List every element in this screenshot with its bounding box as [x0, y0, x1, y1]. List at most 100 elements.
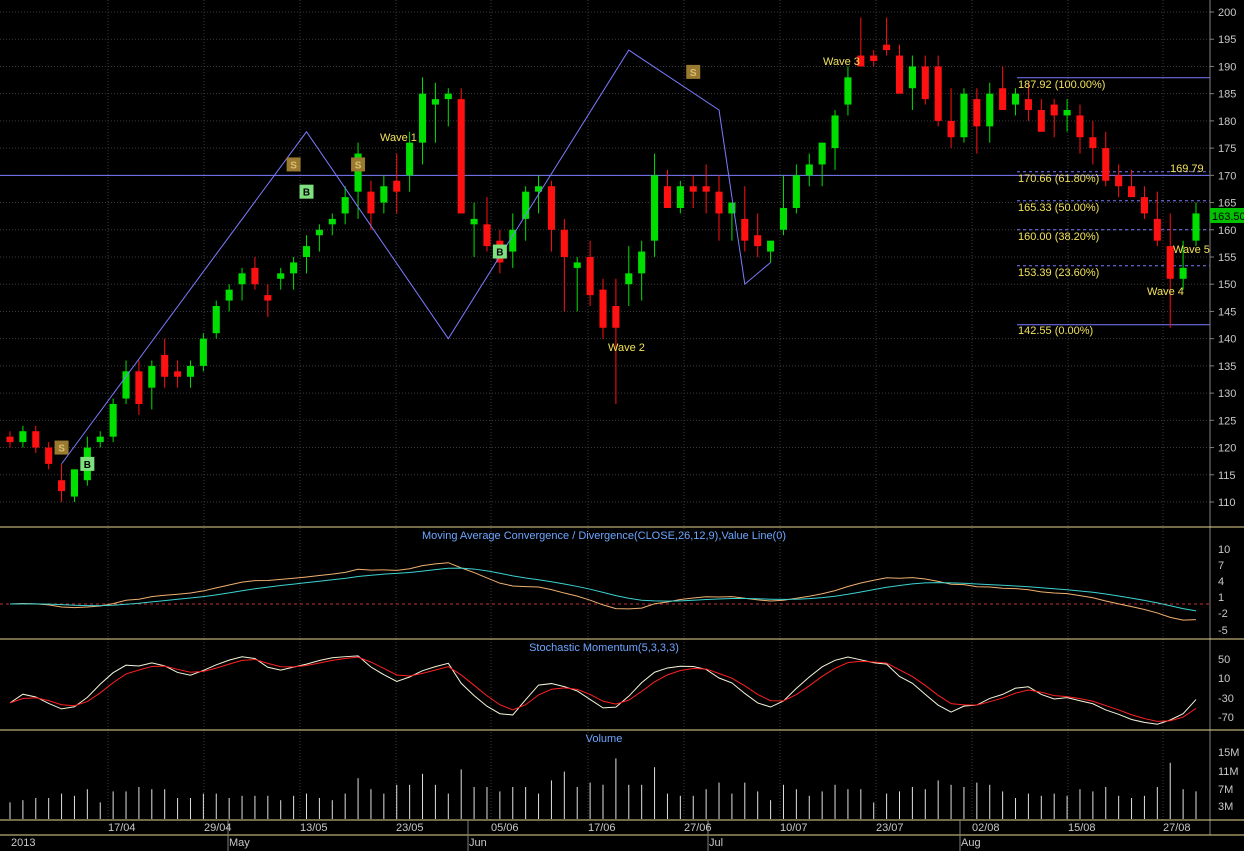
- candle-body: [225, 289, 233, 301]
- candle-body: [934, 66, 942, 121]
- date-tick: 27/08: [1163, 822, 1191, 834]
- date-tick: 05/06: [491, 822, 519, 834]
- month-label: May: [229, 837, 250, 849]
- candle-body: [870, 55, 878, 61]
- candle-body: [70, 469, 79, 497]
- fib-label-38-2: 160.00 (38.20%): [1018, 231, 1099, 243]
- price-tick-label: 140: [1218, 334, 1236, 346]
- fib-label-100: 187.92 (100.00%): [1018, 79, 1105, 91]
- candle-body: [586, 257, 594, 296]
- volume-tick: 15M: [1218, 747, 1239, 759]
- candle-body: [1037, 110, 1045, 132]
- candle-body: [290, 262, 298, 274]
- candle-body: [341, 197, 349, 214]
- candle-body: [483, 224, 491, 247]
- candle-body: [895, 55, 904, 94]
- candle-body: [135, 371, 143, 404]
- price-tick-label: 155: [1218, 252, 1236, 264]
- candle-body: [651, 175, 659, 241]
- candle-body: [612, 306, 620, 328]
- price-tick-label: 180: [1218, 116, 1236, 128]
- candle-body: [431, 99, 439, 105]
- trading-chart: SBSBSBS 11011512012513013514014515015516…: [0, 0, 1244, 851]
- candle-body: [779, 208, 788, 230]
- candle-body: [174, 371, 182, 377]
- candle-body: [1140, 197, 1148, 214]
- fib-label-0: 142.55 (0.00%): [1018, 325, 1093, 337]
- signal-letter: S: [690, 68, 697, 79]
- macd-tick: -5: [1218, 625, 1228, 637]
- price-tick-label: 130: [1218, 388, 1236, 400]
- month-label: Jun: [469, 837, 487, 849]
- candle-body: [238, 273, 246, 285]
- wave-1-label: Wave 1: [380, 132, 417, 144]
- candle-body: [1115, 175, 1123, 187]
- candle-body: [161, 355, 169, 377]
- date-tick: 23/07: [876, 822, 904, 834]
- candle-body: [277, 273, 285, 279]
- candle-body: [638, 251, 646, 274]
- last-price-label: 163.50: [1212, 211, 1244, 223]
- candle-body: [315, 229, 323, 236]
- macd-tick: 7: [1218, 560, 1224, 572]
- candle-body: [406, 142, 414, 176]
- candle-body: [689, 186, 697, 192]
- price-tick-label: 135: [1218, 361, 1236, 373]
- candle-body: [1076, 115, 1084, 138]
- candle-body: [792, 175, 800, 208]
- candle-body: [212, 306, 220, 334]
- stochastic-tick: 50: [1218, 654, 1230, 666]
- candle-body: [186, 365, 195, 377]
- date-tick: 27/06: [684, 822, 712, 834]
- price-tick-label: 185: [1218, 89, 1236, 101]
- candle-body: [393, 180, 401, 192]
- fib-label-23-6: 153.39 (23.60%): [1018, 267, 1099, 279]
- candle-body: [1011, 93, 1020, 105]
- candle-body: [947, 120, 955, 138]
- candle-body: [58, 480, 66, 492]
- macd-panel-title: Moving Average Convergence / Divergence(…: [422, 530, 786, 542]
- price-tick-label: 200: [1218, 7, 1236, 19]
- volume-tick: 11M: [1218, 766, 1239, 778]
- price-tick-label: 175: [1218, 143, 1236, 155]
- macd-tick: 10: [1218, 544, 1230, 556]
- candle-body: [599, 289, 607, 328]
- candle-body: [818, 142, 826, 165]
- candle-body: [122, 371, 130, 399]
- date-tick: 13/05: [300, 822, 328, 834]
- macd-tick: 1: [1218, 592, 1224, 604]
- macd-tick: -2: [1218, 608, 1228, 620]
- candle-body: [676, 186, 684, 208]
- candle-body: [251, 267, 259, 285]
- candle-body: [767, 240, 775, 252]
- candle-body: [470, 218, 478, 225]
- candle-body: [625, 273, 633, 285]
- macd-tick: 4: [1218, 576, 1224, 588]
- date-tick: 17/04: [108, 822, 136, 834]
- candle-body: [1179, 267, 1187, 279]
- price-tick-label: 190: [1218, 61, 1236, 73]
- candle-body: [805, 164, 813, 176]
- candle-body: [999, 88, 1007, 110]
- candle-body: [1024, 99, 1032, 110]
- date-tick: 17/06: [588, 822, 616, 834]
- date-tick: 29/04: [204, 822, 232, 834]
- candle-body: [96, 436, 104, 443]
- candle-body: [32, 431, 40, 448]
- fib-label-61-8: 170.66 (61.80%): [1018, 173, 1099, 185]
- signal-letter: B: [303, 188, 310, 199]
- candle-body: [883, 44, 891, 51]
- wave-4-label: Wave 4: [1147, 286, 1184, 298]
- fib-label-50: 165.33 (50.00%): [1018, 202, 1099, 214]
- candle-body: [444, 93, 452, 100]
- candle-body: [663, 186, 672, 208]
- candle-body: [754, 235, 762, 247]
- candle-body: [908, 66, 916, 89]
- month-label: Aug: [961, 837, 981, 849]
- candle-body: [1050, 104, 1058, 116]
- signal-letter: S: [58, 444, 65, 455]
- stochastic-tick: -30: [1218, 693, 1234, 705]
- candle-body: [1153, 218, 1161, 241]
- candle-body: [19, 431, 27, 443]
- candle-body: [302, 246, 311, 257]
